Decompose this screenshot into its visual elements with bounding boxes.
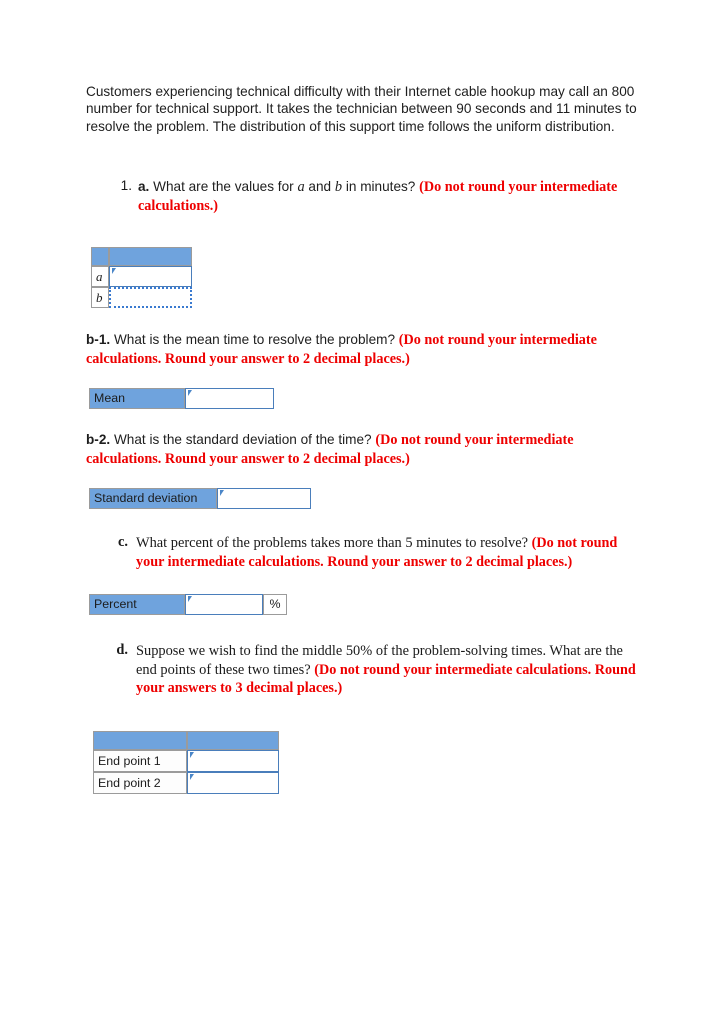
cursor-marker-icon (188, 596, 192, 602)
cursor-marker-icon (190, 752, 194, 758)
cursor-marker-icon (188, 390, 192, 396)
question-b2-text: What is the standard deviation of the ti… (110, 432, 376, 447)
question-d-body: Suppose we wish to find the middle 50% o… (136, 642, 644, 698)
answer-row-percent: Percent % (89, 594, 287, 615)
question-a-variable-a: a (297, 179, 305, 195)
question-b1-text: What is the mean time to resolve the pro… (110, 332, 399, 347)
question-a-letter: a. (138, 179, 150, 194)
row-label-b: b (91, 287, 109, 308)
input-end-point-1[interactable] (187, 750, 279, 772)
worksheet-page: Customers experiencing technical difficu… (0, 0, 724, 1024)
question-a-number: 1. (120, 178, 132, 193)
answer-row-standard-deviation: Standard deviation (89, 488, 311, 509)
answer-table-ab: a b (91, 247, 192, 308)
question-a-text-1: What are the values for (149, 179, 298, 194)
question-a-variable-b: b (334, 179, 343, 195)
input-percent[interactable] (185, 594, 263, 615)
input-standard-deviation[interactable] (217, 488, 311, 509)
header-cell-label (93, 731, 187, 750)
question-a-text-3: in minutes? (342, 179, 420, 194)
question-c: c. What percent of the problems takes mo… (110, 534, 640, 571)
input-end-point-2[interactable] (187, 772, 279, 794)
table-row: a (91, 266, 192, 287)
header-cell-value (109, 247, 192, 266)
table-header-row (93, 731, 279, 750)
row-label-a: a (91, 266, 109, 287)
input-a[interactable] (109, 266, 192, 287)
table-row: End point 1 (93, 750, 279, 772)
question-a: 1. a. What are the values for a and b in… (110, 178, 640, 215)
question-b2-letter: b-2. (86, 432, 111, 447)
cursor-marker-icon (220, 490, 224, 496)
row-label-percent: Percent (89, 594, 185, 615)
question-a-text-2: and (304, 179, 335, 194)
row-label-end-point-1: End point 1 (93, 750, 187, 772)
question-d: d. Suppose we wish to find the middle 50… (110, 642, 644, 698)
question-b1-letter: b-1. (86, 332, 111, 347)
question-c-text: What percent of the problems takes more … (136, 535, 532, 551)
percent-unit-label: % (263, 594, 287, 615)
table-header-row (91, 247, 192, 266)
question-c-letter: c. (118, 534, 128, 550)
answer-row-mean: Mean (89, 388, 274, 409)
answer-table-endpoints: End point 1 End point 2 (93, 731, 279, 794)
cursor-marker-icon (190, 774, 194, 780)
input-b[interactable] (109, 287, 192, 308)
table-row: End point 2 (93, 772, 279, 794)
row-label-mean: Mean (89, 388, 185, 409)
problem-statement: Customers experiencing technical difficu… (86, 84, 637, 134)
question-b1: b-1. What is the mean time to resolve th… (86, 331, 638, 368)
question-b2: b-2. What is the standard deviation of t… (86, 431, 638, 468)
row-label-standard-deviation: Standard deviation (89, 488, 217, 509)
question-a-body: a. What are the values for a and b in mi… (138, 178, 640, 215)
cursor-marker-icon (112, 268, 116, 274)
question-d-letter: d. (116, 642, 128, 658)
row-label-end-point-2: End point 2 (93, 772, 187, 794)
table-row: b (91, 287, 192, 308)
input-mean[interactable] (185, 388, 274, 409)
question-c-body: What percent of the problems takes more … (136, 534, 640, 571)
header-cell-label (91, 247, 109, 266)
header-cell-value (187, 731, 279, 750)
